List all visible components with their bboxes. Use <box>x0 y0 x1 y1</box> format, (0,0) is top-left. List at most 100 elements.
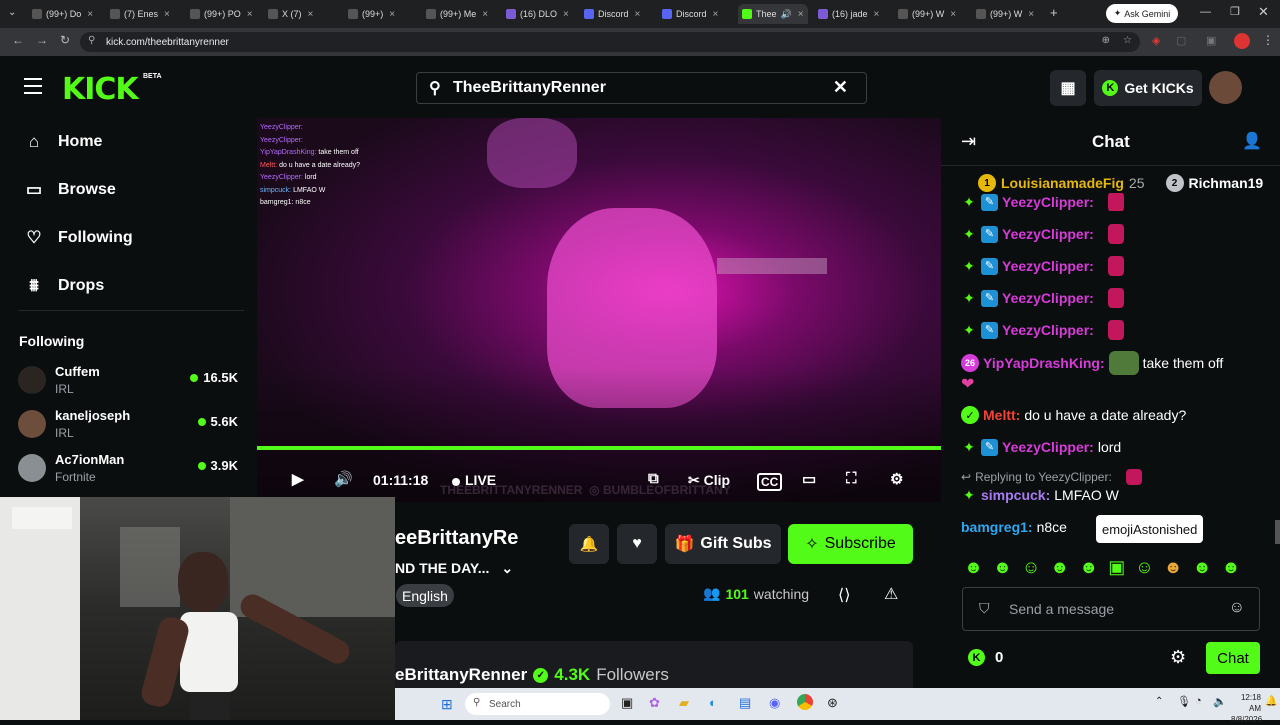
gifter-name[interactable]: Richman19 <box>1189 175 1264 191</box>
discord-taskbar-icon[interactable]: ◉ <box>769 695 780 711</box>
obs-icon[interactable]: ⊛ <box>827 695 838 711</box>
close-icon[interactable]: × <box>635 9 641 20</box>
about-channel-name[interactable]: eBrittanyRenner <box>395 665 527 685</box>
close-icon[interactable]: × <box>950 9 956 20</box>
get-kicks-button[interactable]: K Get KICKs <box>1094 70 1202 106</box>
kick-logo[interactable]: KICK <box>62 72 139 107</box>
sidebar-item-browse[interactable]: ▭ Browse <box>24 175 116 205</box>
emote-icon[interactable]: ☺ <box>1022 557 1040 578</box>
close-icon[interactable]: × <box>563 9 569 20</box>
chat-username[interactable]: Meltt: <box>983 407 1020 423</box>
settings-gear-icon[interactable]: ⚙ <box>890 470 903 488</box>
channel-name-heading[interactable]: eeBrittanyRe <box>395 527 518 550</box>
user-avatar[interactable] <box>1209 71 1242 104</box>
chat-username[interactable]: bamgreg1: <box>961 519 1033 535</box>
window-close-icon[interactable]: ✕ <box>1258 4 1269 20</box>
store-icon[interactable]: ▤ <box>739 695 751 711</box>
chat-users-icon[interactable]: 👤 <box>1242 131 1262 151</box>
close-icon[interactable]: × <box>247 9 253 20</box>
emote-icon[interactable]: ☺ <box>1135 557 1153 578</box>
browser-tab[interactable]: (99+) PO × <box>190 4 253 24</box>
emote-icon[interactable]: ☻ <box>1193 557 1212 578</box>
extension-icon[interactable]: ◈ <box>1152 34 1160 47</box>
sidebar-item-drops[interactable]: ⩩ Drops <box>24 271 104 301</box>
captions-icon[interactable]: CC <box>757 473 783 491</box>
browser-tab[interactable]: Discord × <box>584 4 640 24</box>
fullscreen-icon[interactable]: ⛶ <box>846 470 857 487</box>
tray-chevron-icon[interactable]: ⌃ <box>1155 696 1163 707</box>
back-icon[interactable]: ← <box>12 33 24 47</box>
browser-tab[interactable]: X (7) × <box>268 4 313 24</box>
edge-icon[interactable]: ◐ <box>709 695 717 710</box>
emoji-picker-icon[interactable]: ☺ <box>1229 599 1245 617</box>
forward-icon[interactable]: → <box>36 33 48 47</box>
task-view-icon[interactable]: ▣ <box>621 695 633 711</box>
clip-button[interactable]: ✂ Clip <box>688 472 730 489</box>
close-icon[interactable]: × <box>1028 9 1034 20</box>
language-tag[interactable]: English <box>396 584 454 607</box>
reload-icon[interactable]: ↻ <box>60 33 70 47</box>
report-warning-icon[interactable]: ⚠ <box>884 584 898 604</box>
picture-in-picture-icon[interactable]: ⧉ <box>648 470 659 487</box>
close-icon[interactable]: × <box>87 9 93 20</box>
tab-search-icon[interactable]: ⌄ <box>8 7 16 18</box>
new-tab-button[interactable]: + <box>1050 5 1058 20</box>
chat-username[interactable]: YipYapDrashKing: <box>983 355 1105 371</box>
notification-icon[interactable]: 🔔 <box>1265 696 1277 707</box>
chat-settings-icon[interactable]: ⚙ <box>1170 647 1186 668</box>
menu-dots-icon[interactable]: ⋮ <box>1262 33 1274 47</box>
bookmark-star-icon[interactable]: ☆ <box>1123 35 1132 46</box>
share-icon[interactable]: ⟨⟩ <box>838 585 850 605</box>
chat-username[interactable]: YeezyClipper: <box>1002 439 1094 455</box>
volume-tray-icon[interactable]: 🔈 <box>1213 695 1227 708</box>
volume-icon[interactable]: 🔊 <box>334 470 353 488</box>
gift-subs-button[interactable]: 🎁 Gift Subs <box>665 524 781 564</box>
close-icon[interactable]: × <box>164 9 170 20</box>
chat-username[interactable]: YeezyClipper: <box>1002 290 1094 306</box>
follow-heart-button[interactable]: ♥ <box>617 524 657 564</box>
followed-channel-ac7ionman[interactable]: Ac7ionMan Fortnite 3.9K <box>18 452 244 494</box>
maximize-icon[interactable]: ❐ <box>1230 5 1240 18</box>
chat-username[interactable]: YeezyClipper: <box>1002 194 1094 210</box>
dashboard-icon[interactable]: ▦ <box>1050 70 1086 106</box>
emote-icon[interactable]: ☻ <box>964 557 983 578</box>
video-progress-bar[interactable] <box>257 446 941 450</box>
close-icon[interactable]: × <box>482 9 488 20</box>
emote-icon[interactable]: ☻ <box>1050 557 1069 578</box>
collapse-chat-icon[interactable]: ⇥ <box>961 131 976 152</box>
sidebar-item-home[interactable]: ⌂ Home <box>24 127 103 157</box>
browser-tab[interactable]: (99+) × <box>348 4 395 24</box>
emote-icon[interactable]: ☻ <box>1164 557 1183 578</box>
kicks-balance[interactable]: K 0 <box>968 649 1003 666</box>
windows-start-icon[interactable]: ⊞ <box>441 696 453 713</box>
sidebar-item-following[interactable]: ♡ Following <box>24 223 132 253</box>
stream-title[interactable]: ND THE DAY... ⌄ <box>395 560 513 577</box>
browser-tab[interactable]: (7) Enes × <box>110 4 170 24</box>
emote-icon[interactable]: ☻ <box>993 557 1012 578</box>
site-info-icon[interactable]: ⚲ <box>88 35 95 46</box>
copilot-icon[interactable]: ✿ <box>649 695 660 711</box>
hamburger-menu-icon[interactable] <box>24 78 42 94</box>
followed-channel-kaneljoseph[interactable]: kaneljoseph IRL 5.6K <box>18 408 244 450</box>
send-chat-button[interactable]: Chat <box>1206 642 1260 674</box>
browser-tab[interactable]: Discord × <box>662 4 718 24</box>
theater-mode-icon[interactable]: ▭ <box>802 470 816 488</box>
chat-username[interactable]: simpcuck: <box>981 487 1050 503</box>
extension-icon[interactable]: ▢ <box>1176 34 1186 47</box>
taskbar-search[interactable]: ⚲ Search <box>465 693 610 715</box>
mic-icon[interactable]: 🎙 <box>1177 695 1191 708</box>
zoom-icon[interactable]: ⊕ <box>1102 35 1110 46</box>
minimize-icon[interactable]: — <box>1200 6 1211 18</box>
extension-icon[interactable]: ▣ <box>1206 34 1216 47</box>
chrome-taskbar-icon[interactable] <box>797 694 813 710</box>
browser-tab[interactable]: (99+) W × <box>976 4 1034 24</box>
close-icon[interactable]: × <box>713 9 719 20</box>
clock[interactable]: 12:18 AM 8/8/2026 <box>1231 692 1262 725</box>
chat-message-input[interactable]: ⛉ Send a message ☺ <box>962 587 1260 631</box>
wifi-icon[interactable]: ◔ <box>1195 695 1202 707</box>
notification-bell-button[interactable]: 🔔 <box>569 524 609 564</box>
profile-icon[interactable] <box>1234 33 1250 49</box>
file-explorer-icon[interactable]: ▰ <box>679 695 689 711</box>
close-icon[interactable]: × <box>389 9 395 20</box>
browser-tab[interactable]: (16) DLO × <box>506 4 569 24</box>
